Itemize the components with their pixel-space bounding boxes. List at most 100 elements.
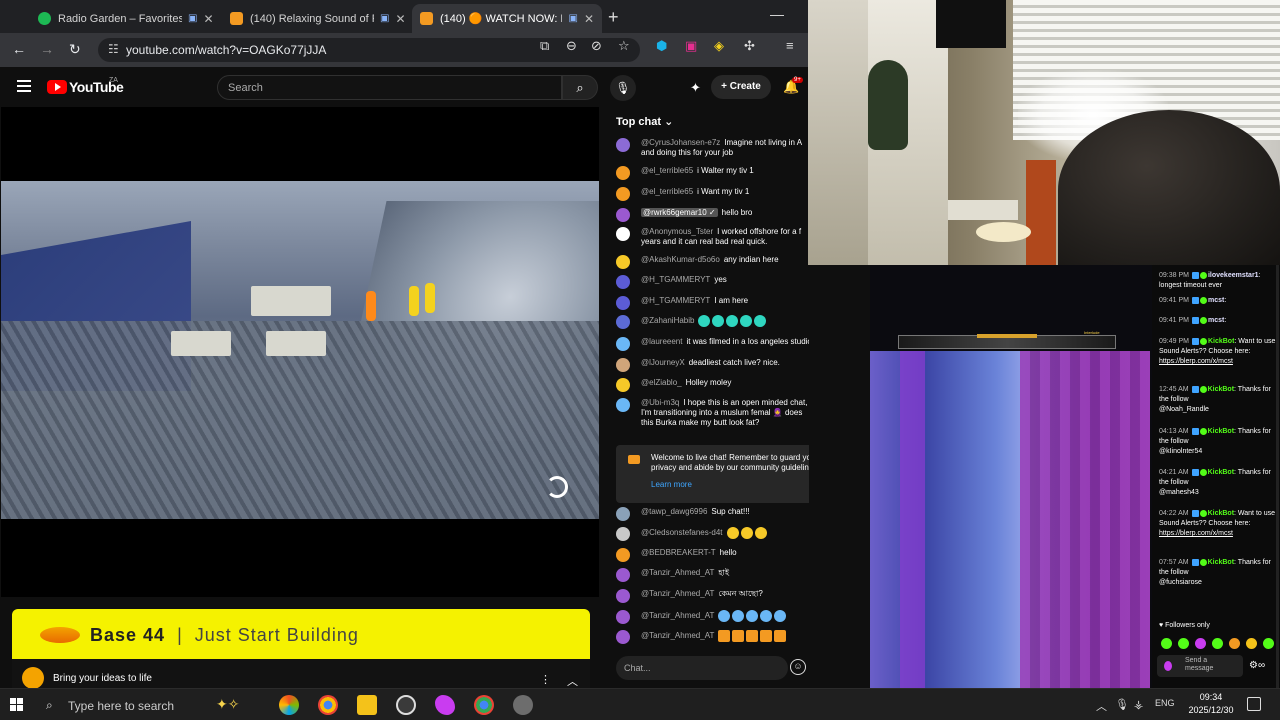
new-tab-button[interactable]: + bbox=[608, 7, 619, 28]
message-mention[interactable]: @fuchsiarose bbox=[1159, 579, 1202, 586]
emote-icon[interactable] bbox=[1246, 638, 1257, 649]
copilot-app-icon[interactable] bbox=[279, 695, 299, 715]
author-avatar[interactable] bbox=[616, 315, 630, 329]
emote-icon[interactable] bbox=[1161, 638, 1172, 649]
site-info-icon[interactable]: ☷ bbox=[108, 42, 119, 56]
tab-relaxing-sound[interactable]: (140) Relaxing Sound of Ra ▣ ✕ bbox=[222, 4, 414, 33]
close-tab-icon[interactable]: ✕ bbox=[395, 12, 405, 26]
author-avatar[interactable] bbox=[616, 548, 630, 562]
language-indicator[interactable]: ENG bbox=[1155, 698, 1175, 708]
author-avatar[interactable] bbox=[616, 527, 630, 541]
create-button[interactable]: + Create bbox=[711, 75, 771, 99]
author-avatar[interactable] bbox=[616, 275, 630, 289]
extension-icon[interactable]: ⬢ bbox=[656, 38, 667, 54]
reload-icon[interactable]: ↻ bbox=[69, 41, 81, 58]
message-mention[interactable]: @Noah_Randle bbox=[1159, 406, 1209, 413]
author-name[interactable]: @AkashKumar-d5o6o bbox=[641, 255, 720, 264]
top-chat-dropdown[interactable]: Top chat ⌄ bbox=[616, 115, 673, 128]
extension-icon[interactable]: ▣ bbox=[685, 38, 697, 54]
kick-settings-icon[interactable]: ⚙∞ bbox=[1249, 660, 1265, 671]
author-avatar[interactable] bbox=[616, 227, 630, 241]
author-avatar[interactable] bbox=[616, 568, 630, 582]
extensions-puzzle-icon[interactable]: ✣ bbox=[744, 38, 755, 54]
author-name[interactable]: @Tanzir_Ahmed_AT bbox=[641, 589, 714, 598]
chrome-app-icon[interactable] bbox=[318, 695, 338, 715]
author-name[interactable]: @elZiablo_ bbox=[641, 378, 682, 387]
author-avatar[interactable] bbox=[616, 398, 630, 412]
author-name[interactable]: @H_TGAMMERYT bbox=[641, 275, 710, 284]
author-name[interactable]: @lJourneyX bbox=[641, 358, 685, 367]
kick-username[interactable]: KickBot bbox=[1208, 386, 1234, 393]
author-name[interactable]: @Anonymous_Tster bbox=[641, 227, 713, 236]
notification-center-icon[interactable] bbox=[1247, 697, 1261, 711]
message-mention[interactable]: @kIinolnter54 bbox=[1159, 448, 1202, 455]
video-player[interactable] bbox=[1, 107, 599, 597]
author-name[interactable]: @rwrk66gemar10 ✓ bbox=[641, 208, 718, 217]
kick-username[interactable]: KickBot bbox=[1208, 469, 1234, 476]
kick-username[interactable]: KickBot bbox=[1208, 338, 1234, 345]
author-avatar[interactable] bbox=[616, 166, 630, 180]
author-name[interactable]: @Tanzir_Ahmed_AT bbox=[641, 611, 714, 620]
address-bar[interactable]: ☷ youtube.com/watch?v=OAGKo77jJJA bbox=[98, 38, 640, 62]
author-name[interactable]: @CyrusJohansen-e7z bbox=[641, 138, 720, 147]
chrome-profile-app-icon[interactable] bbox=[474, 695, 494, 715]
author-avatar[interactable] bbox=[616, 589, 630, 603]
author-avatar[interactable] bbox=[616, 208, 630, 222]
author-name[interactable]: @el_terrible65 bbox=[641, 166, 693, 175]
zoom-icon[interactable]: ⊖ bbox=[566, 38, 577, 54]
author-avatar[interactable] bbox=[616, 610, 630, 624]
author-name[interactable]: @H_TGAMMERYT bbox=[641, 296, 710, 305]
author-avatar[interactable] bbox=[616, 507, 630, 521]
windows-start-icon[interactable] bbox=[10, 698, 24, 712]
cast-icon[interactable]: ✦ bbox=[690, 80, 701, 96]
author-name[interactable]: @Tanzir_Ahmed_AT bbox=[641, 631, 714, 640]
more-options-icon[interactable]: ⋮ bbox=[540, 673, 551, 686]
kick-send-message-input[interactable]: Send a message bbox=[1157, 655, 1243, 677]
network-icon[interactable]: ⚶ bbox=[1134, 698, 1143, 711]
author-name[interactable]: @laureeent bbox=[641, 337, 682, 346]
learn-more-link[interactable]: Learn more bbox=[651, 480, 692, 489]
bookmark-star-icon[interactable]: ☆ bbox=[618, 38, 630, 54]
kick-username[interactable]: KickBot bbox=[1208, 510, 1234, 517]
kick-username[interactable]: KickBot bbox=[1208, 559, 1234, 566]
obs-app-icon[interactable] bbox=[396, 695, 416, 715]
ad-banner[interactable]: Base 44 | Just Start Building bbox=[12, 609, 590, 659]
url-text[interactable]: youtube.com/watch?v=OAGKo77jJJA bbox=[126, 43, 326, 57]
author-name[interactable]: @BEDBREAKERT-T bbox=[641, 548, 716, 557]
message-link[interactable]: https://blerp.com/x/mcst bbox=[1159, 530, 1233, 537]
emote-icon[interactable] bbox=[1212, 638, 1223, 649]
forward-arrow-icon[interactable]: → bbox=[40, 41, 54, 57]
chat-input[interactable]: Chat... ☺ bbox=[616, 656, 806, 680]
voice-search-button[interactable]: 🎙 bbox=[610, 75, 636, 101]
author-avatar[interactable] bbox=[616, 296, 630, 310]
emoji-picker-icon[interactable]: ☺ bbox=[790, 659, 806, 675]
author-avatar[interactable] bbox=[616, 255, 630, 269]
kick-username[interactable]: mcst bbox=[1208, 317, 1224, 324]
emote-icon[interactable] bbox=[1263, 638, 1274, 649]
hamburger-menu-icon[interactable] bbox=[17, 80, 31, 95]
advertiser-avatar[interactable] bbox=[22, 667, 44, 689]
tab-watch-now[interactable]: (140) 🟠 WATCH NOW: Mo ▣ ✕ bbox=[412, 4, 602, 33]
media-icon[interactable]: ▣ bbox=[188, 13, 197, 24]
minimize-window-button[interactable]: — bbox=[770, 6, 784, 22]
author-name[interactable]: @ZahaniHabib bbox=[641, 316, 694, 325]
back-arrow-icon[interactable]: ← bbox=[12, 41, 26, 57]
kick-username[interactable]: KickBot bbox=[1208, 428, 1234, 435]
author-avatar[interactable] bbox=[616, 358, 630, 372]
close-tab-icon[interactable]: ✕ bbox=[203, 12, 213, 26]
author-avatar[interactable] bbox=[616, 138, 630, 152]
message-mention[interactable]: @mahesh43 bbox=[1159, 489, 1199, 496]
author-avatar[interactable] bbox=[616, 337, 630, 351]
emote-icon[interactable] bbox=[1229, 638, 1240, 649]
message-link[interactable]: https://blerp.com/x/mcst bbox=[1159, 358, 1233, 365]
tab-radio-garden[interactable]: Radio Garden – Favorites ▣ ✕ bbox=[30, 4, 222, 33]
tracking-protection-icon[interactable]: ⊘ bbox=[591, 38, 602, 54]
system-clock[interactable]: 09:34 2025/12/30 bbox=[1186, 691, 1236, 717]
kick-scrollbar[interactable] bbox=[1276, 265, 1279, 688]
emote-icon[interactable] bbox=[1178, 638, 1189, 649]
chevron-up-icon[interactable]: ︿ bbox=[567, 673, 578, 689]
kick-username[interactable]: mcst bbox=[1208, 297, 1224, 304]
author-name[interactable]: @el_terrible65 bbox=[641, 187, 693, 196]
ad-subtitle[interactable]: Bring your ideas to life bbox=[53, 673, 152, 684]
app-icon[interactable] bbox=[435, 695, 455, 715]
